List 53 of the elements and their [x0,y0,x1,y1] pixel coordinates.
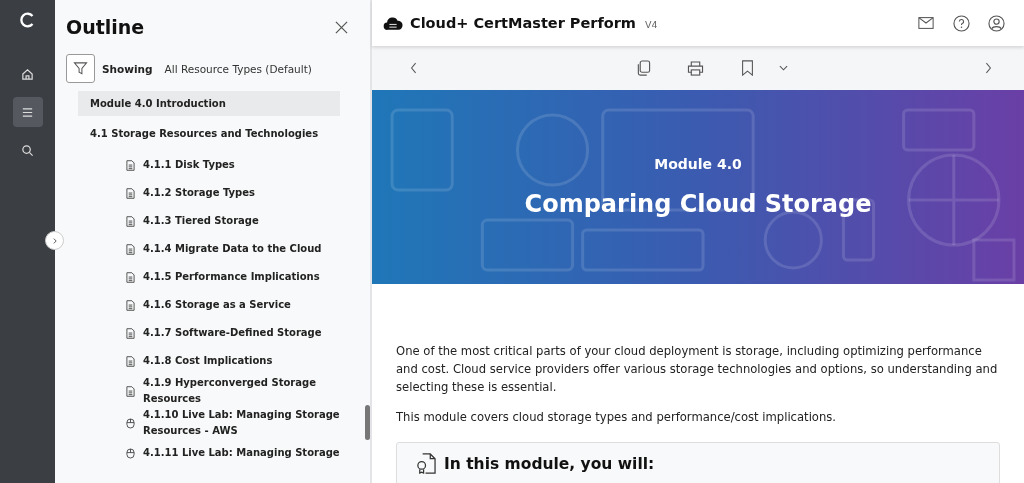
close-icon [334,20,348,34]
outline-item[interactable]: 4.1.3 Tiered Storage [143,213,259,229]
banner-subtitle: Module 4.0 [654,156,742,172]
mouse-icon [126,417,135,429]
certificate-icon [415,453,436,474]
document-icon [126,243,135,255]
outline-item[interactable]: 4.1.7 Software-Defined Storage [143,325,322,341]
menu-icon [21,105,34,119]
outline-item[interactable]: 4.1.8 Cost Implications [143,353,273,369]
document-icon [126,159,135,171]
help-icon [952,14,970,32]
document-icon [126,187,135,199]
version-label: V4 [645,19,658,30]
filter-button[interactable] [66,54,95,83]
outline-section[interactable]: Module 4.0 Introduction [78,91,340,116]
chevron-right-icon [984,62,992,74]
filter-value: All Resource Types (Default) [164,62,312,75]
outline-item[interactable]: 4.1.4 Migrate Data to the Cloud [143,241,322,257]
paragraph: This module covers cloud storage types and performance/cost implications. [396,409,838,426]
outline-item[interactable]: 4.1.9 Hyperconverged Storage Resources [143,375,340,407]
filter-label: Showing [102,62,153,75]
document-icon [126,327,135,339]
outline-button[interactable] [12,97,43,127]
home-icon [21,67,34,81]
outline-item[interactable]: 4.1.2 Storage Types [143,185,255,201]
document-icon [126,271,135,283]
bookmark-icon [740,60,754,76]
paragraph: One of the most critical parts of your cloud deployment is storage, including optimizing performance and cost. Cloud service providers offer various storage technologies and options, so understanding and selecting these is essential. [396,343,999,396]
caret-icon [778,65,788,71]
mouse-icon [126,447,135,459]
outline-item[interactable]: 4.1.10 Live Lab: Managing Storage Resources - AWS [143,407,340,439]
search-icon [21,143,34,157]
outline-item[interactable]: 4.1.5 Performance Implications [143,269,320,285]
callout-title: In this module, you will: [444,454,655,473]
copy-icon [635,59,651,77]
document-icon [126,299,135,311]
chevron-left-icon [410,62,418,74]
user-icon [987,14,1005,32]
filter-icon [73,61,88,76]
outline-item[interactable]: 4.1.6 Storage as a Service [143,297,291,313]
scrollbar-thumb[interactable] [365,405,370,440]
mail-icon [918,17,934,29]
printer-icon [686,60,704,76]
cloud-icon [383,15,403,31]
outline-item[interactable]: 4.1.11 Live Lab: Managing Storage [143,445,340,461]
outline-item[interactable]: 4.1.1 Disk Types [143,157,235,173]
panel-title: Outline [66,16,145,38]
document-icon [126,355,135,367]
banner-title: Comparing Cloud Storage [524,190,872,218]
outline-section[interactable]: 4.1 Storage Resources and Technologies [78,121,340,146]
document-icon [126,385,135,397]
document-icon [126,215,135,227]
app-title: Cloud+ CertMaster Perform [410,15,636,31]
